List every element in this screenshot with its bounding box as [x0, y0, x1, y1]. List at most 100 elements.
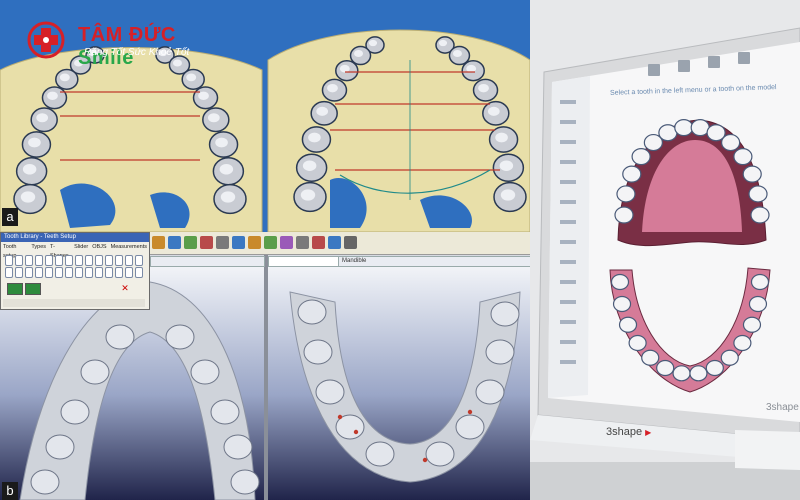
- lower-tooth: [628, 334, 647, 352]
- panel-label-a: a: [2, 208, 18, 226]
- tab-slider[interactable]: Slider: [74, 243, 88, 252]
- sidebar-menu-item: [560, 280, 576, 284]
- tooth-select-icon[interactable]: [105, 255, 113, 266]
- next-button[interactable]: [25, 283, 41, 295]
- panel-b-tooth-setup-software: Mandible Tooth Library - Teeth Setup Too…: [0, 232, 530, 500]
- landmark-point: [422, 457, 428, 463]
- tab-objs[interactable]: OBJS: [92, 243, 106, 252]
- toolbar-tool-icon[interactable]: [152, 236, 165, 249]
- screen-sidebar: [548, 76, 590, 398]
- tooth-select-icon[interactable]: [115, 267, 123, 278]
- brand-slogan: Răng Tốt Sức Khoẻ Tốt: [84, 47, 190, 58]
- tooth-select-icon[interactable]: [45, 255, 53, 266]
- viewport-search-input[interactable]: [268, 256, 343, 267]
- logo-cross-icon: [27, 21, 65, 59]
- lower-tooth: [720, 349, 739, 366]
- tooth-library-title: Tooth Library - Teeth Setup: [1, 233, 149, 242]
- tooth-select-icon[interactable]: [105, 267, 113, 278]
- tooth-select-icon[interactable]: [55, 267, 63, 278]
- upper-tooth: [631, 148, 651, 166]
- left-arch-tooth-highlight: [28, 137, 41, 148]
- right-arch-tooth-highlight: [495, 132, 508, 143]
- right-arch-tooth-highlight: [499, 160, 514, 171]
- sidebar-menu-item: [560, 360, 576, 364]
- tooth-select-icon[interactable]: [35, 255, 43, 266]
- right-arch-tooth-highlight: [466, 64, 477, 73]
- sidebar-menu-item: [560, 140, 576, 144]
- tooth-library-window: Tooth Library - Teeth Setup Tooth setup …: [0, 232, 150, 310]
- apply-button[interactable]: [7, 283, 23, 295]
- tooth-select-icon[interactable]: [115, 255, 123, 266]
- toolbar-tool-icon[interactable]: [264, 236, 277, 249]
- left-arch-tooth-highlight: [198, 91, 209, 100]
- toolbar-tool-icon[interactable]: [344, 236, 357, 249]
- toolbar-tool-icon[interactable]: [248, 236, 261, 249]
- tab-tooth-setup[interactable]: Tooth setup: [3, 243, 27, 259]
- viewport-divider: [264, 254, 268, 500]
- left-arch-tooth-highlight: [186, 73, 197, 82]
- tooth-select-icon[interactable]: [125, 255, 133, 266]
- tooth-select-icon[interactable]: [135, 255, 143, 266]
- close-icon[interactable]: ✕: [119, 283, 131, 293]
- tooth-select-icon[interactable]: [85, 267, 93, 278]
- right-arch-tooth: [297, 299, 327, 325]
- tooth-select-icon[interactable]: [75, 267, 83, 278]
- tooth-select-icon[interactable]: [25, 255, 33, 266]
- toolbar-tool-icon[interactable]: [296, 236, 309, 249]
- toolbar-tool-icon[interactable]: [280, 236, 293, 249]
- right-arch-tooth-highlight: [500, 189, 516, 201]
- upper-tooth: [674, 119, 694, 137]
- tooth-select-icon[interactable]: [95, 255, 103, 266]
- tooth-select-icon[interactable]: [85, 255, 93, 266]
- right-arch-tooth-highlight: [368, 39, 378, 47]
- lower-tooth: [750, 273, 770, 291]
- monitor-photo-svg: [530, 27, 800, 500]
- sidebar-menu-item: [560, 160, 576, 164]
- upper-tooth: [748, 185, 768, 203]
- tooth-select-icon[interactable]: [15, 255, 23, 266]
- tab-types[interactable]: Types: [31, 243, 46, 252]
- right-arch-tooth-highlight: [300, 189, 316, 201]
- tab-measurements[interactable]: Measurements: [111, 243, 147, 252]
- sidebar-menu-item: [560, 220, 576, 224]
- toolbar-tool-icon[interactable]: [328, 236, 341, 249]
- lower-tooth: [705, 359, 724, 377]
- left-arch-tooth-highlight: [207, 113, 220, 123]
- tooth-select-icon[interactable]: [65, 255, 73, 266]
- right-arch-tooth-highlight: [308, 132, 321, 143]
- monitor-brand-label: 3shape ▶: [606, 426, 651, 438]
- lower-tooth: [748, 295, 768, 313]
- toolbar-tool-icon[interactable]: [216, 236, 229, 249]
- upper-tooth: [742, 165, 762, 183]
- toolbar-tool-icon[interactable]: [200, 236, 213, 249]
- toolbar-tool-icon[interactable]: [168, 236, 181, 249]
- tooth-select-icon[interactable]: [5, 267, 13, 278]
- toolbar-tool-icon[interactable]: [232, 236, 245, 249]
- tooth-select-icon[interactable]: [15, 267, 23, 278]
- left-arch-tooth: [190, 359, 220, 385]
- tooth-select-icon[interactable]: [75, 255, 83, 266]
- tooth-select-icon[interactable]: [25, 267, 33, 278]
- tooth-select-icon[interactable]: [35, 267, 43, 278]
- lower-tooth: [672, 365, 691, 382]
- tooth-select-icon[interactable]: [65, 267, 73, 278]
- tooth-select-icon[interactable]: [55, 255, 63, 266]
- right-arch-tooth-highlight: [478, 83, 489, 93]
- toolbar-tool-icon[interactable]: [312, 236, 325, 249]
- tooth-select-icon[interactable]: [5, 255, 13, 266]
- tooth-select-icon[interactable]: [95, 267, 103, 278]
- tooth-select-icon[interactable]: [125, 267, 133, 278]
- right-arch-tooth: [475, 379, 505, 405]
- tooth-select-icon[interactable]: [135, 267, 143, 278]
- toolbar-tool-icon[interactable]: [184, 236, 197, 249]
- left-arch-tooth: [80, 359, 110, 385]
- right-arch-tooth-highlight: [452, 50, 462, 58]
- tooth-select-icon[interactable]: [45, 267, 53, 278]
- landmark-point: [337, 414, 343, 420]
- left-arch-tooth-highlight: [20, 191, 36, 203]
- tab-t-shapes[interactable]: T-Shapes: [50, 243, 70, 259]
- panel-a-occlusal-models: TÂM ĐỨC Smile Răng Tốt Sức Khoẻ Tốt a: [0, 0, 530, 232]
- brand-mark-icon: ▶: [645, 428, 652, 437]
- right-arch-tooth-highlight: [438, 39, 448, 47]
- left-arch-tooth: [60, 399, 90, 425]
